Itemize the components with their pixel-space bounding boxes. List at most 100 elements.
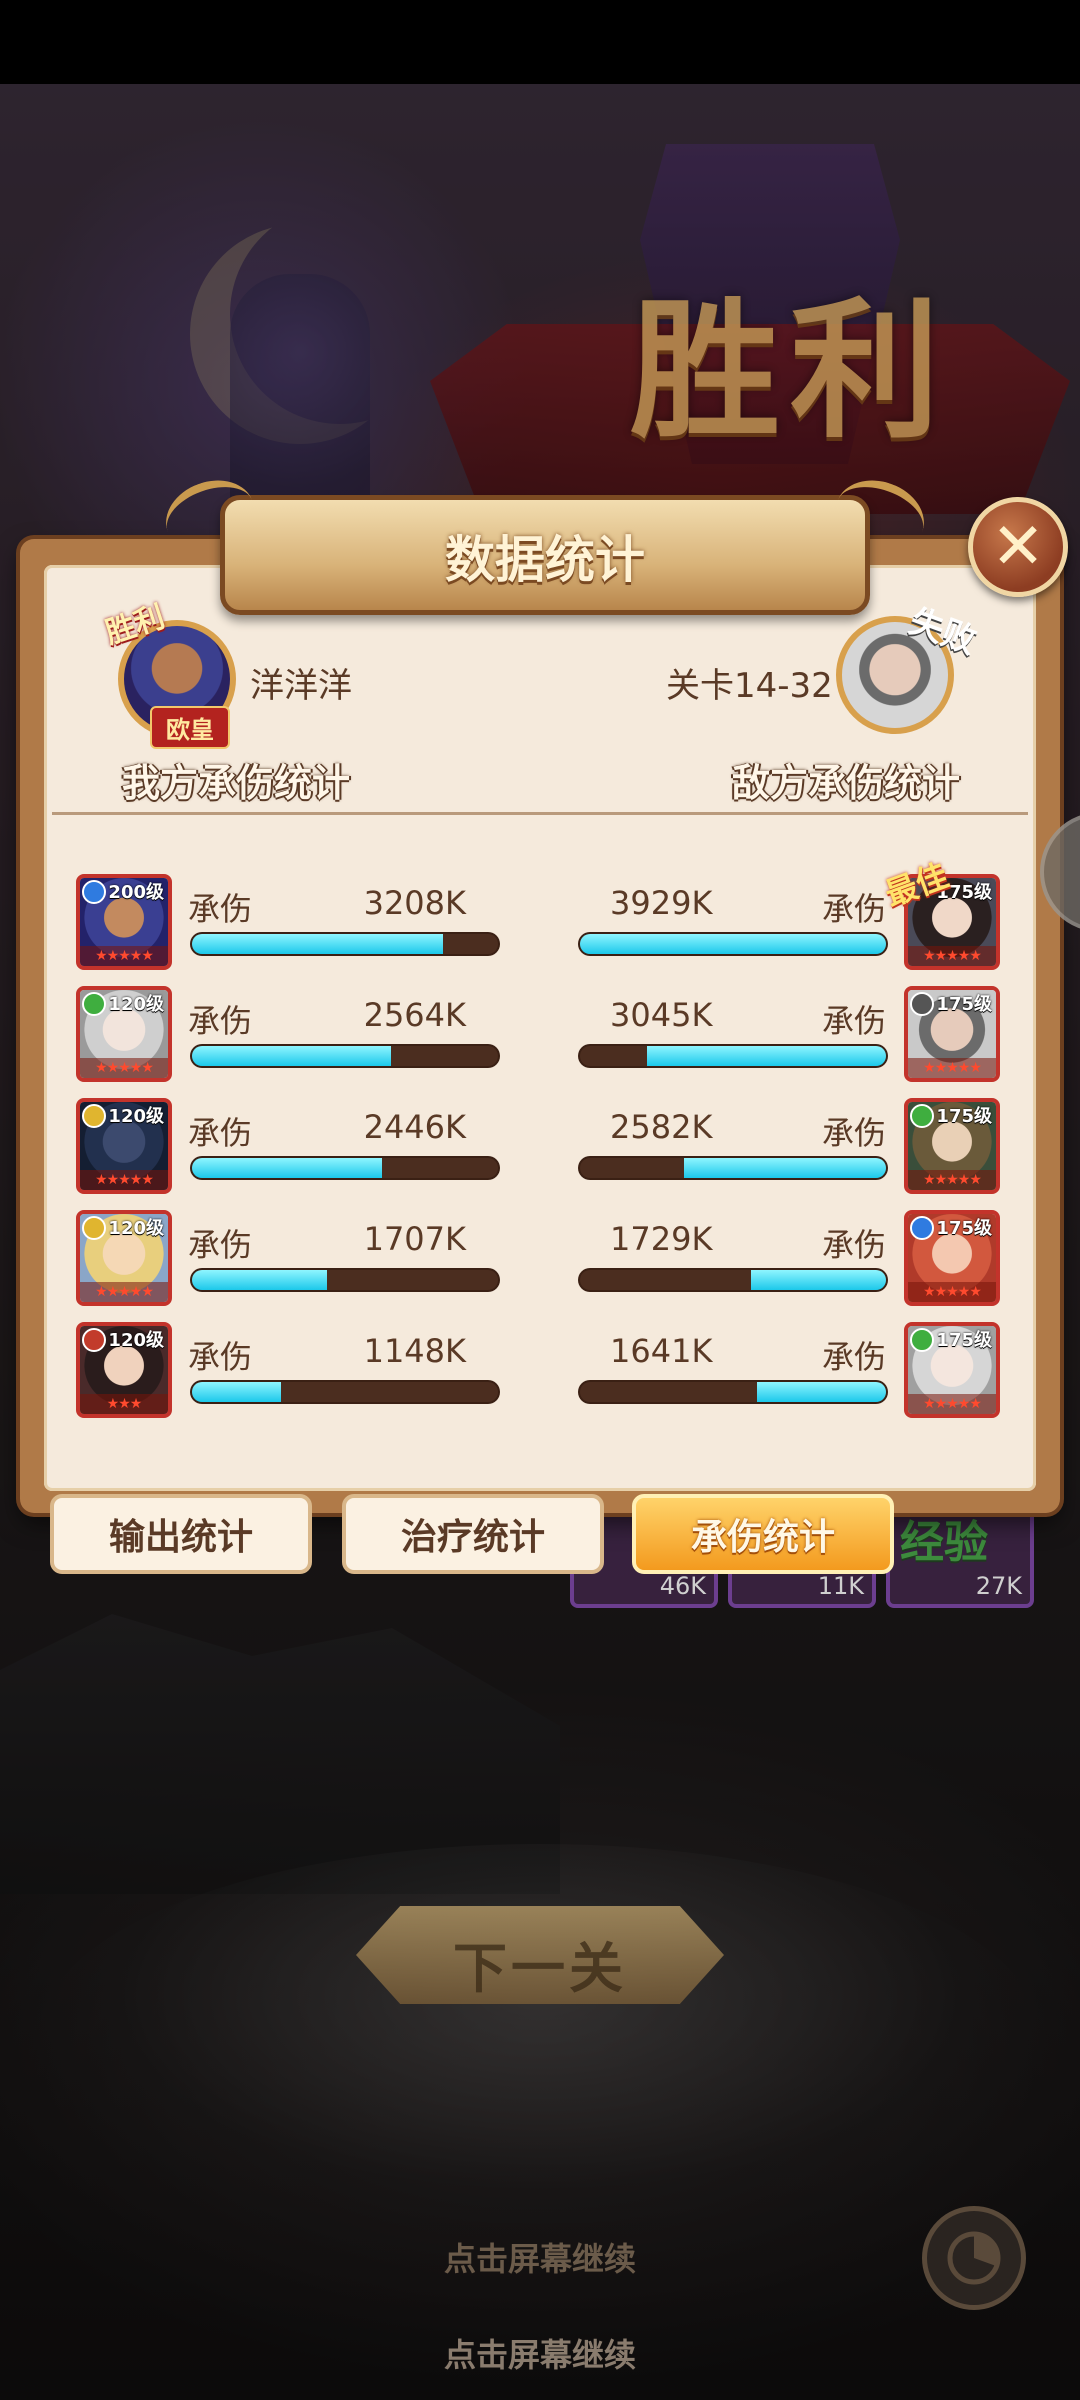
- hero-level: 175级: [936, 994, 992, 1015]
- stat-label: 承伤: [822, 1338, 887, 1376]
- enemy-section-title: 敌方承伤统计: [732, 761, 961, 805]
- faction-icon: [82, 1216, 106, 1240]
- damage-taken-bar: [192, 1046, 498, 1066]
- star-rating: ★★★★★: [908, 946, 996, 966]
- bar-fill: [192, 934, 443, 954]
- damage-taken-value: 1707K: [363, 1220, 466, 1258]
- enemy-hero-portrait[interactable]: 175级 ★★★★★: [904, 986, 1000, 1082]
- tab-damage-stats[interactable]: 输出统计: [50, 1494, 312, 1574]
- ally-hero-portrait[interactable]: 120级 ★★★★★: [76, 986, 172, 1082]
- star-rating: ★★★★★: [908, 1170, 996, 1190]
- close-icon: ✕: [991, 510, 1045, 584]
- damage-taken-bar: [580, 934, 886, 954]
- ally-section-title: 我方承伤统计: [122, 761, 351, 805]
- faction-icon: [82, 880, 106, 904]
- player-name: 洋洋洋: [250, 666, 352, 706]
- damage-taken-value: 3045K: [610, 996, 713, 1034]
- damage-taken-value: 2446K: [363, 1108, 466, 1146]
- stat-label: 承伤: [188, 1114, 253, 1152]
- hero-level: 120级: [108, 1330, 164, 1351]
- faction-icon: [82, 1104, 106, 1128]
- damage-taken-bar: [580, 1382, 886, 1402]
- damage-taken-value: 1729K: [610, 1220, 713, 1258]
- hero-level: 120级: [108, 994, 164, 1015]
- faction-icon: [910, 1216, 934, 1240]
- stat-label: 承伤: [822, 890, 887, 928]
- stage-label: 关卡14-32: [666, 666, 833, 706]
- faction-icon: [910, 992, 934, 1016]
- hero-level: 200级: [108, 882, 164, 903]
- hero-level: 175级: [936, 1106, 992, 1127]
- damage-taken-value: 3929K: [610, 884, 713, 922]
- enemy-hero-portrait[interactable]: 175级 ★★★★★: [904, 1322, 1000, 1418]
- rank-badge: 欧皇: [150, 706, 230, 749]
- bar-fill: [751, 1270, 886, 1290]
- star-rating: ★★★★★: [80, 946, 168, 966]
- damage-taken-value: 1148K: [363, 1332, 466, 1370]
- ally-hero-portrait[interactable]: 120级 ★★★: [76, 1322, 172, 1418]
- stat-row: 120级 ★★★★★ 承伤 1707K 1729K 承伤 175级 ★★★★★: [0, 1210, 1080, 1314]
- continue-hint: 点击屏幕继续: [443, 2336, 636, 2374]
- stat-row: 120级 ★★★★★ 承伤 2446K 2582K 承伤 175级 ★★★★★: [0, 1098, 1080, 1202]
- stat-label: 承伤: [188, 1226, 253, 1264]
- star-rating: ★★★★★: [908, 1394, 996, 1414]
- hero-level: 120级: [108, 1106, 164, 1127]
- close-button[interactable]: ✕: [968, 497, 1068, 597]
- damage-taken-bar: [192, 1382, 498, 1402]
- stats-pie-icon[interactable]: [922, 2206, 1026, 2310]
- star-rating: ★★★★★: [80, 1058, 168, 1078]
- dialog-title: 数据统计: [445, 531, 645, 589]
- continue-hint: 点击屏幕继续: [443, 2240, 636, 2278]
- bar-fill: [192, 1158, 382, 1178]
- stat-row: 120级 ★★★ 承伤 1148K 1641K 承伤 175级 ★★★★★: [0, 1322, 1080, 1426]
- stat-label: 承伤: [822, 1114, 887, 1152]
- stat-label: 承伤: [188, 1002, 253, 1040]
- damage-taken-bar: [192, 1270, 498, 1290]
- tab-tank-stats[interactable]: 承伤统计: [632, 1494, 894, 1574]
- enemy-hero-portrait[interactable]: 175级 ★★★★★: [904, 1210, 1000, 1306]
- hero-level: 175级: [936, 1218, 992, 1239]
- pie-chart-icon: [947, 2231, 1001, 2285]
- damage-taken-bar: [580, 1270, 886, 1290]
- bar-fill: [192, 1382, 281, 1402]
- bar-fill: [192, 1046, 391, 1066]
- star-rating: ★★★: [80, 1394, 168, 1414]
- damage-taken-bar: [580, 1046, 886, 1066]
- star-rating: ★★★★★: [908, 1058, 996, 1078]
- stat-label: 承伤: [822, 1002, 887, 1040]
- stat-label: 承伤: [188, 1338, 253, 1376]
- tab-heal-stats[interactable]: 治疗统计: [342, 1494, 604, 1574]
- ally-hero-portrait[interactable]: 200级 ★★★★★: [76, 874, 172, 970]
- bar-fill: [647, 1046, 886, 1066]
- ally-hero-portrait[interactable]: 120级 ★★★★★: [76, 1098, 172, 1194]
- bar-fill: [757, 1382, 886, 1402]
- stat-label: 承伤: [188, 890, 253, 928]
- damage-taken-bar: [192, 934, 498, 954]
- faction-icon: [910, 1104, 934, 1128]
- faction-icon: [82, 1328, 106, 1352]
- damage-taken-bar: [580, 1158, 886, 1178]
- stat-row: 120级 ★★★★★ 承伤 2564K 3045K 承伤 175级 ★★★★★: [0, 986, 1080, 1090]
- next-level-label: 下一关: [453, 1937, 627, 2000]
- star-rating: ★★★★★: [80, 1282, 168, 1302]
- bar-fill: [684, 1158, 886, 1178]
- faction-icon: [910, 1328, 934, 1352]
- divider: [52, 812, 1028, 815]
- ally-hero-portrait[interactable]: 120级 ★★★★★: [76, 1210, 172, 1306]
- star-rating: ★★★★★: [908, 1282, 996, 1302]
- damage-taken-value: 3208K: [363, 884, 466, 922]
- damage-taken-value: 2582K: [610, 1108, 713, 1146]
- hero-level: 120级: [108, 1218, 164, 1239]
- bar-fill: [192, 1270, 327, 1290]
- bar-fill: [580, 934, 886, 954]
- damage-taken-bar: [192, 1158, 498, 1178]
- damage-taken-value: 2564K: [363, 996, 466, 1034]
- faction-icon: [82, 992, 106, 1016]
- stat-label: 承伤: [822, 1226, 887, 1264]
- damage-taken-value: 1641K: [610, 1332, 713, 1370]
- star-rating: ★★★★★: [80, 1170, 168, 1190]
- victory-title: 胜利: [629, 283, 950, 459]
- enemy-hero-portrait[interactable]: 175级 ★★★★★: [904, 1098, 1000, 1194]
- hero-level: 175级: [936, 1330, 992, 1351]
- exp-label: 经验: [900, 1517, 988, 1568]
